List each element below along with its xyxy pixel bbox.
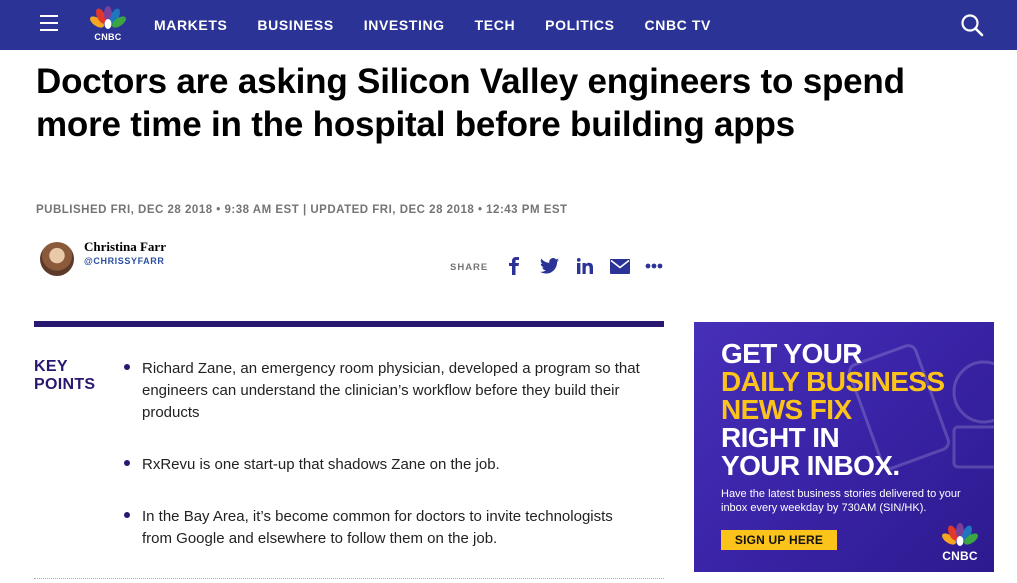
- newsletter-ad[interactable]: GET YOUR DAILY BUSINESS NEWS FIX RIGHT I…: [694, 322, 994, 572]
- nav-link-tech[interactable]: TECH: [475, 17, 516, 33]
- key-points-title: KEY POINTS: [34, 358, 96, 393]
- key-points-list: Richard Zane, an emergency room physicia…: [122, 358, 642, 550]
- ad-subtext: Have the latest business stories deliver…: [721, 488, 961, 514]
- nav-link-business[interactable]: BUSINESS: [257, 17, 333, 33]
- author-handle[interactable]: @CHRISSYFARR: [84, 256, 164, 266]
- article-headline: Doctors are asking Silicon Valley engine…: [36, 62, 905, 144]
- ad-headline-line: YOUR INBOX.: [721, 450, 900, 481]
- nav-links: MARKETS BUSINESS INVESTING TECH POLITICS…: [154, 0, 741, 50]
- ad-logo-wordmark: CNBC: [942, 549, 978, 563]
- author-avatar[interactable]: [40, 242, 74, 276]
- ad-headline-line: DAILY BUSINESS: [721, 366, 945, 397]
- ad-headline-line: GET YOUR: [721, 338, 863, 369]
- ad-cnbc-logo: CNBC: [934, 522, 986, 563]
- menu-icon[interactable]: [40, 15, 58, 33]
- key-point-text: Richard Zane, an emergency room physicia…: [142, 360, 640, 421]
- bullet-icon: [124, 512, 130, 518]
- list-item: In the Bay Area, it’s become common for …: [122, 506, 642, 550]
- bullet-icon: [124, 460, 130, 466]
- ad-headline-line: RIGHT IN: [721, 422, 840, 453]
- linkedin-icon[interactable]: [577, 256, 593, 276]
- twitter-icon[interactable]: [540, 256, 559, 276]
- peacock-icon: [942, 523, 978, 546]
- list-item: Richard Zane, an emergency room physicia…: [122, 358, 642, 424]
- email-icon[interactable]: [610, 256, 630, 276]
- ad-signup-button[interactable]: SIGN UP HERE: [721, 530, 837, 550]
- top-nav: CNBC MARKETS BUSINESS INVESTING TECH POL…: [0, 0, 1017, 50]
- key-point-text: RxRevu is one start-up that shadows Zane…: [142, 456, 500, 473]
- key-point-text: In the Bay Area, it’s become common for …: [142, 508, 613, 547]
- nav-link-markets[interactable]: MARKETS: [154, 17, 227, 33]
- cnbc-logo[interactable]: CNBC: [88, 5, 128, 45]
- facebook-icon[interactable]: [508, 256, 520, 276]
- list-item: RxRevu is one start-up that shadows Zane…: [122, 454, 642, 476]
- author-name[interactable]: Christina Farr: [84, 239, 166, 255]
- search-icon[interactable]: [960, 13, 984, 37]
- nav-link-investing[interactable]: INVESTING: [364, 17, 445, 33]
- logo-wordmark: CNBC: [94, 32, 122, 42]
- more-icon[interactable]: [645, 256, 663, 276]
- key-points-rule: [34, 321, 664, 327]
- key-points-divider: [34, 578, 664, 580]
- article-dateline: PUBLISHED FRI, DEC 28 2018 • 9:38 AM EST…: [36, 204, 568, 216]
- ad-headline: GET YOUR DAILY BUSINESS NEWS FIX RIGHT I…: [721, 338, 945, 481]
- share-label: SHARE: [450, 262, 489, 273]
- peacock-icon: [90, 6, 126, 29]
- nav-link-politics[interactable]: POLITICS: [545, 17, 614, 33]
- bullet-icon: [124, 364, 130, 370]
- nav-link-cnbc-tv[interactable]: CNBC TV: [645, 17, 711, 33]
- ad-headline-line: NEWS FIX: [721, 394, 852, 425]
